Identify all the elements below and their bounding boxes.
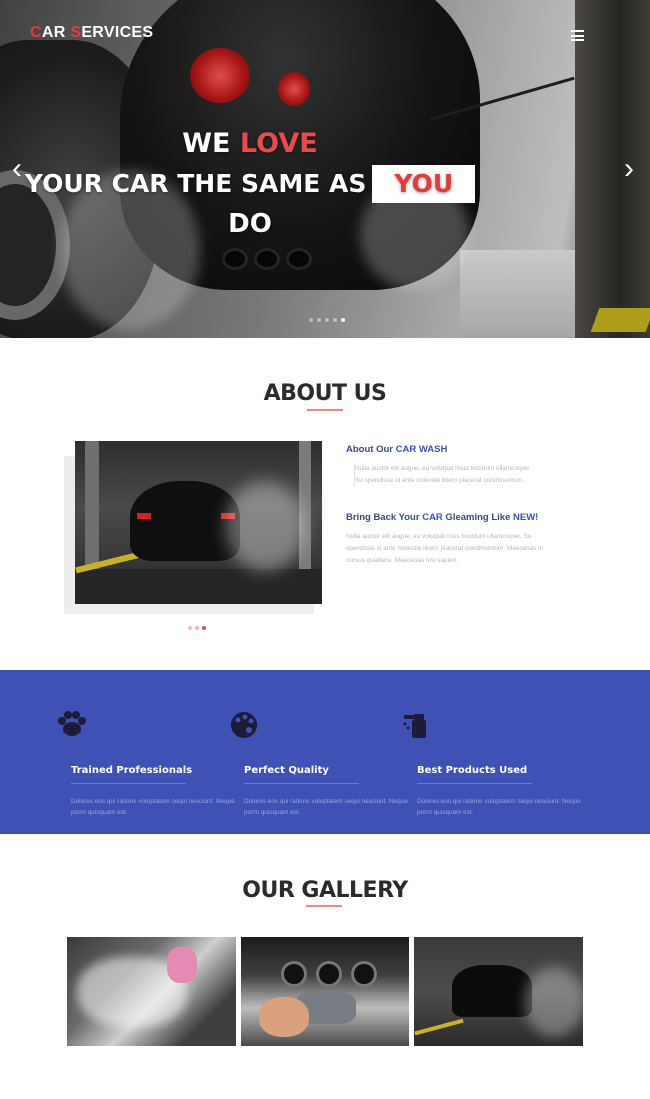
feature-title: Perfect Quality	[244, 765, 329, 776]
about-heading-1-accent: CAR WASH	[395, 444, 448, 455]
gallery-photo-hand	[259, 997, 309, 1037]
slider-dot[interactable]	[317, 318, 321, 322]
about-title: ABOUT US	[263, 381, 387, 406]
feature-text: Dolores eos qui ratione voluptatem sequi…	[71, 798, 235, 816]
chevron-left-icon[interactable]: ‹	[12, 152, 22, 186]
hero-line-2-boxed: YOU	[372, 165, 476, 203]
feature-divider	[417, 783, 532, 784]
about-carousel-dot-active[interactable]	[202, 626, 206, 630]
logo-text: ERVICES	[81, 24, 154, 41]
about-paragraph-1-body: Nulla auctor elit augue, eu volutpat ris…	[354, 463, 539, 487]
about-photo-car	[130, 481, 240, 561]
gallery-image[interactable]	[67, 937, 236, 1046]
about-heading-1: About Our CAR WASH	[346, 444, 447, 455]
about-image	[75, 441, 322, 604]
site-logo[interactable]: CAR SERVICES	[30, 24, 153, 42]
logo-text: AR	[41, 24, 71, 41]
gallery-title: OUR GALLERY	[242, 878, 408, 903]
gallery-photo-spray	[524, 967, 583, 1037]
about-carousel-dot[interactable]	[188, 626, 192, 630]
feature-text: Dolores eos qui ratione voluptatem sequi…	[417, 798, 581, 816]
about-heading-2: Bring Back Your CAR Gleaming Like NEW!	[346, 512, 538, 523]
gallery-title-underline	[306, 905, 342, 907]
gallery-photo-knob	[281, 961, 307, 987]
about-heading-2-accent: CAR	[422, 512, 443, 523]
gallery-image[interactable]	[414, 937, 583, 1046]
feature-text: Dolores eos qui ratione voluptatem sequi…	[244, 798, 408, 816]
spray-bottle-icon	[402, 710, 432, 738]
feature-title: Best Products Used	[417, 765, 528, 776]
gallery-image[interactable]	[241, 937, 409, 1046]
about-paragraph-1-text: Nulla auctor elit augue, eu volutpat ris…	[355, 465, 531, 484]
hero-slider: CAR SERVICES WE LOVE YOUR CAR THE SAME A…	[0, 0, 650, 338]
slider-dot[interactable]	[309, 318, 313, 322]
hero-line-3: DO	[228, 209, 272, 239]
feature-divider	[71, 783, 186, 784]
hero-line-2: YOUR CAR THE SAME AS YOU	[0, 164, 500, 204]
about-heading-2-accent: NEW!	[513, 512, 539, 523]
about-heading-2-text: Bring Back Your	[346, 512, 423, 523]
gallery-photo-knob	[351, 961, 377, 987]
about-photo-spray	[225, 481, 305, 571]
gallery-photo-glove	[167, 947, 197, 983]
about-paragraph-2: Nulla auctor elit augue, eu volutpat ris…	[346, 533, 544, 564]
paw-icon	[56, 710, 86, 738]
about-photo-floor	[75, 569, 322, 604]
about-heading-1-text: About Our	[346, 444, 396, 455]
hero-line-1-red: LOVE	[239, 128, 318, 159]
about-carousel-dots	[188, 626, 206, 630]
about-title-underline	[307, 409, 343, 411]
gallery-photo-knob	[316, 961, 342, 987]
hero-headline: WE LOVE YOUR CAR THE SAME AS YOU DO	[0, 124, 500, 244]
features-band: Trained Professionals Dolores eos qui ra…	[0, 670, 650, 834]
gallery-photo-floor-line	[414, 1018, 464, 1036]
feature-title: Trained Professionals	[71, 765, 193, 776]
chevron-right-icon[interactable]: ›	[624, 152, 634, 186]
feature-divider	[244, 783, 359, 784]
about-paragraph-1: Nulla auctor elit augue, eu volutpat ris…	[354, 463, 539, 487]
logo-initial: C	[30, 24, 42, 41]
logo-initial: S	[70, 24, 82, 41]
palette-icon	[229, 710, 259, 738]
slider-dot[interactable]	[325, 318, 329, 322]
slider-dot-active[interactable]	[341, 318, 345, 322]
gallery-photo-car	[452, 965, 532, 1017]
about-heading-2-text: Gleaming Like	[442, 512, 514, 523]
about-carousel-dot[interactable]	[195, 626, 199, 630]
hero-line-1-white: WE	[182, 128, 240, 159]
slider-dots	[309, 318, 345, 322]
hamburger-icon[interactable]	[571, 30, 584, 41]
hero-line-1: WE LOVE	[0, 124, 500, 164]
slider-dot[interactable]	[333, 318, 337, 322]
about-photo-taillight	[137, 513, 151, 519]
hero-line-2-text: YOUR CAR THE SAME AS	[24, 169, 367, 198]
